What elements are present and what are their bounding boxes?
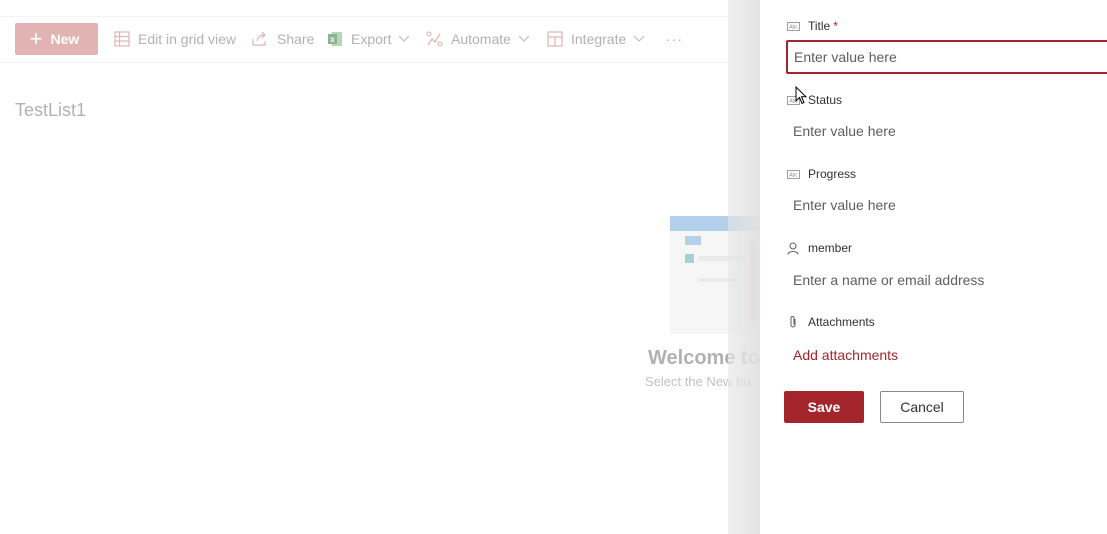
svg-text:Abc: Abc	[789, 172, 798, 178]
add-attachments-link[interactable]: Add attachments	[793, 347, 898, 363]
mouse-cursor-icon	[795, 86, 807, 105]
progress-label: Progress	[808, 167, 857, 181]
member-input[interactable]: Enter a name or email address	[793, 272, 984, 288]
cancel-button[interactable]: Cancel	[880, 391, 964, 423]
person-icon	[786, 242, 800, 255]
paperclip-icon	[786, 315, 800, 329]
new-item-panel: Abc Title * Abc Status Enter value here …	[760, 0, 1107, 534]
title-field-label: Abc Title *	[786, 19, 838, 33]
panel-shadow	[728, 0, 760, 534]
required-mark: *	[833, 19, 838, 33]
modal-overlay[interactable]	[0, 0, 760, 534]
attachments-label: Attachments	[808, 315, 875, 329]
svg-text:Abc: Abc	[789, 24, 798, 30]
save-button[interactable]: Save	[784, 391, 864, 423]
title-label: Title	[808, 19, 831, 33]
title-input[interactable]	[786, 40, 1107, 74]
progress-input[interactable]: Enter value here	[793, 197, 896, 213]
member-label: member	[808, 241, 853, 255]
status-input[interactable]: Enter value here	[793, 123, 896, 139]
member-field-label: member	[786, 241, 852, 255]
status-label: Status	[808, 93, 843, 107]
text-field-icon: Abc	[786, 169, 800, 179]
progress-field-label: Abc Progress	[786, 167, 856, 181]
attachments-field-label: Attachments	[786, 315, 875, 329]
text-field-icon: Abc	[786, 21, 800, 31]
